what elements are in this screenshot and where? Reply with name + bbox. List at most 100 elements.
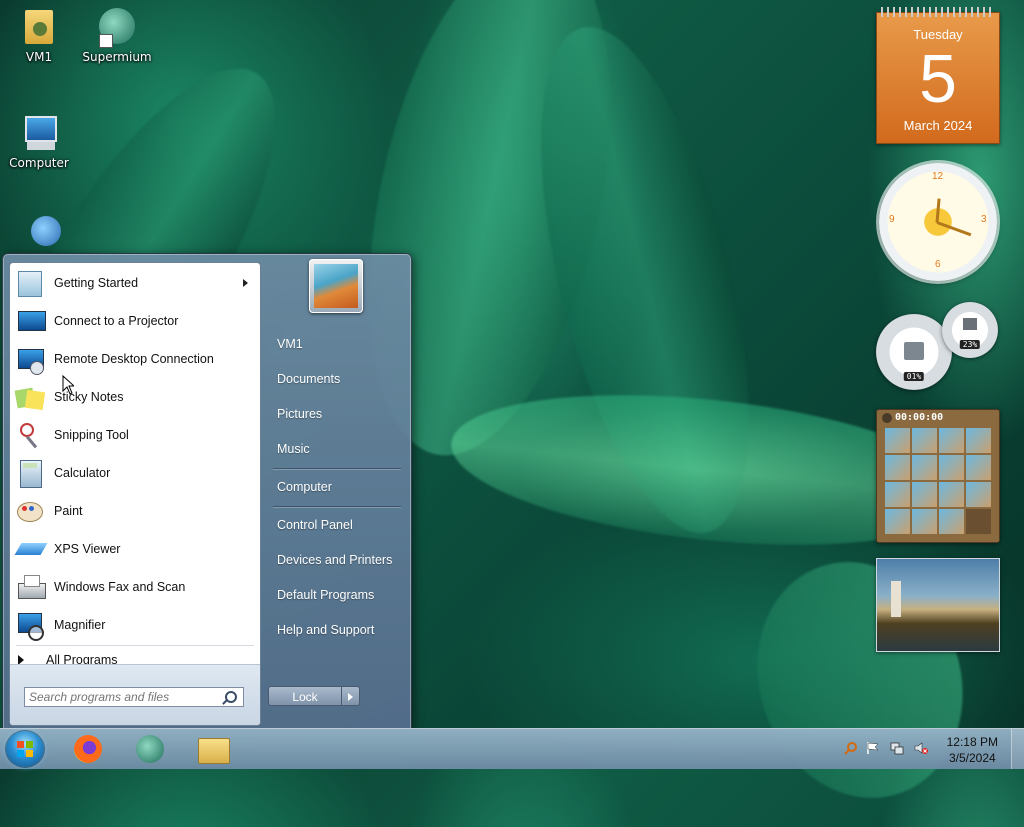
clock-number-12: 12 [932, 171, 944, 182]
calendar-month: March 2024 [903, 118, 973, 133]
clock-hour-hand [935, 198, 941, 223]
search-box[interactable] [24, 687, 244, 707]
memory-percent: 23% [959, 340, 981, 349]
cpu-percent: 01% [903, 372, 925, 381]
getting-started-icon [14, 267, 46, 299]
cpu-chip-icon [904, 342, 924, 360]
puzzle-tile[interactable] [885, 509, 910, 534]
user-folder-icon [19, 6, 59, 46]
puzzle-tile[interactable] [939, 482, 964, 507]
program-label: Windows Fax and Scan [54, 580, 186, 594]
separator [273, 468, 401, 469]
right-item-devices-printers[interactable]: Devices and Printers [277, 553, 392, 567]
computer-icon [19, 112, 59, 152]
memory-gauge: 23% [942, 302, 998, 358]
xps-viewer-icon [14, 533, 48, 565]
user-picture-image [314, 264, 358, 308]
separator [16, 645, 254, 646]
puzzle-tile[interactable] [966, 509, 991, 534]
start-menu-programs-pane: Getting Started Connect to a Projector R… [9, 262, 261, 726]
desktop-icon-vm1[interactable]: VM1 [0, 6, 78, 64]
mouse-cursor-icon [62, 375, 74, 395]
puzzle-tile[interactable] [939, 428, 964, 453]
search-area [10, 664, 260, 725]
clock-date: 3/5/2024 [948, 751, 996, 765]
search-icon[interactable] [225, 691, 237, 703]
taskbar-file-explorer-button[interactable] [188, 732, 238, 766]
desktop-icon-computer[interactable]: Computer [0, 112, 78, 170]
lock-button[interactable]: Lock [268, 686, 342, 706]
program-remote-desktop[interactable]: Remote Desktop Connection [14, 341, 256, 377]
start-menu: Getting Started Connect to a Projector R… [2, 253, 412, 730]
sticky-notes-icon [14, 381, 46, 413]
picture-puzzle-gadget[interactable]: 00:00:00 [876, 409, 1000, 543]
program-calculator[interactable]: Calculator [14, 455, 256, 491]
puzzle-grid[interactable] [885, 428, 991, 534]
right-item-music[interactable]: Music [277, 442, 310, 456]
search-input[interactable] [25, 688, 219, 706]
network-icon[interactable] [890, 741, 904, 755]
program-xps-viewer[interactable]: XPS Viewer [14, 531, 256, 567]
taskbar-supermium-button[interactable] [126, 732, 176, 766]
puzzle-tile[interactable] [885, 482, 910, 507]
submenu-arrow-icon[interactable] [243, 279, 248, 287]
program-magnifier[interactable]: Magnifier [14, 607, 256, 643]
right-item-documents[interactable]: Documents [277, 372, 340, 386]
right-item-pictures[interactable]: Pictures [277, 407, 322, 421]
paint-icon [14, 495, 46, 527]
cpu-meter-gadget[interactable]: 01% 23% [876, 302, 998, 394]
program-label: Getting Started [54, 276, 139, 290]
desktop-icon-label: Supermium [82, 50, 152, 64]
puzzle-tile[interactable] [966, 428, 991, 453]
clock-gadget[interactable]: 12 3 6 9 [879, 163, 997, 281]
desktop-icon-label: VM1 [25, 50, 53, 64]
program-sticky-notes[interactable]: Sticky Notes [14, 379, 256, 415]
right-item-computer[interactable]: Computer [277, 480, 332, 494]
program-snipping-tool[interactable]: Snipping Tool [14, 417, 256, 453]
puzzle-tile[interactable] [966, 455, 991, 480]
fax-icon [14, 571, 46, 603]
program-label: Snipping Tool [54, 428, 129, 442]
desktop-icon-supermium[interactable]: Supermium [78, 6, 156, 64]
program-label: Paint [54, 504, 83, 518]
file-explorer-icon [198, 738, 230, 764]
puzzle-tile[interactable] [912, 509, 937, 534]
puzzle-tile[interactable] [939, 509, 964, 534]
calendar-weekday: Tuesday [913, 27, 963, 42]
puzzle-tile[interactable] [885, 455, 910, 480]
right-item-help-support[interactable]: Help and Support [277, 623, 374, 637]
shutdown-options-arrow-button[interactable] [342, 686, 360, 706]
puzzle-tile[interactable] [912, 482, 937, 507]
taskbar-firefox-button[interactable] [64, 732, 114, 766]
right-item-control-panel[interactable]: Control Panel [277, 518, 353, 532]
puzzle-tile[interactable] [966, 482, 991, 507]
slideshow-gadget[interactable] [876, 558, 1000, 652]
desktop-icon-network[interactable] [0, 212, 78, 256]
action-center-search-icon[interactable] [844, 741, 858, 755]
taskbar-clock[interactable]: 12:18 PM 3/5/2024 [947, 734, 998, 766]
scissors-icon [14, 419, 46, 451]
puzzle-tile[interactable] [939, 455, 964, 480]
cpu-gauge: 01% [876, 314, 952, 390]
puzzle-timer-icon [882, 413, 892, 423]
user-picture[interactable] [309, 259, 363, 313]
puzzle-tile[interactable] [912, 455, 937, 480]
volume-muted-icon[interactable] [914, 741, 928, 755]
memory-chip-icon [963, 318, 977, 330]
calendar-rings [881, 7, 995, 17]
puzzle-tile[interactable] [885, 428, 910, 453]
right-item-vm1[interactable]: VM1 [277, 337, 303, 351]
program-getting-started[interactable]: Getting Started [14, 265, 256, 301]
puzzle-tile[interactable] [912, 428, 937, 453]
calendar-day: 5 [919, 41, 957, 117]
program-windows-fax-scan[interactable]: Windows Fax and Scan [14, 569, 256, 605]
firefox-icon [74, 735, 102, 763]
flag-icon[interactable] [866, 741, 880, 755]
start-button[interactable] [6, 731, 44, 767]
right-item-default-programs[interactable]: Default Programs [277, 588, 374, 602]
show-desktop-button[interactable] [1011, 729, 1024, 769]
program-connect-to-projector[interactable]: Connect to a Projector [14, 303, 256, 339]
projector-icon [14, 305, 46, 337]
calendar-gadget[interactable]: Tuesday 5 March 2024 [876, 7, 1000, 144]
program-paint[interactable]: Paint [14, 493, 256, 529]
